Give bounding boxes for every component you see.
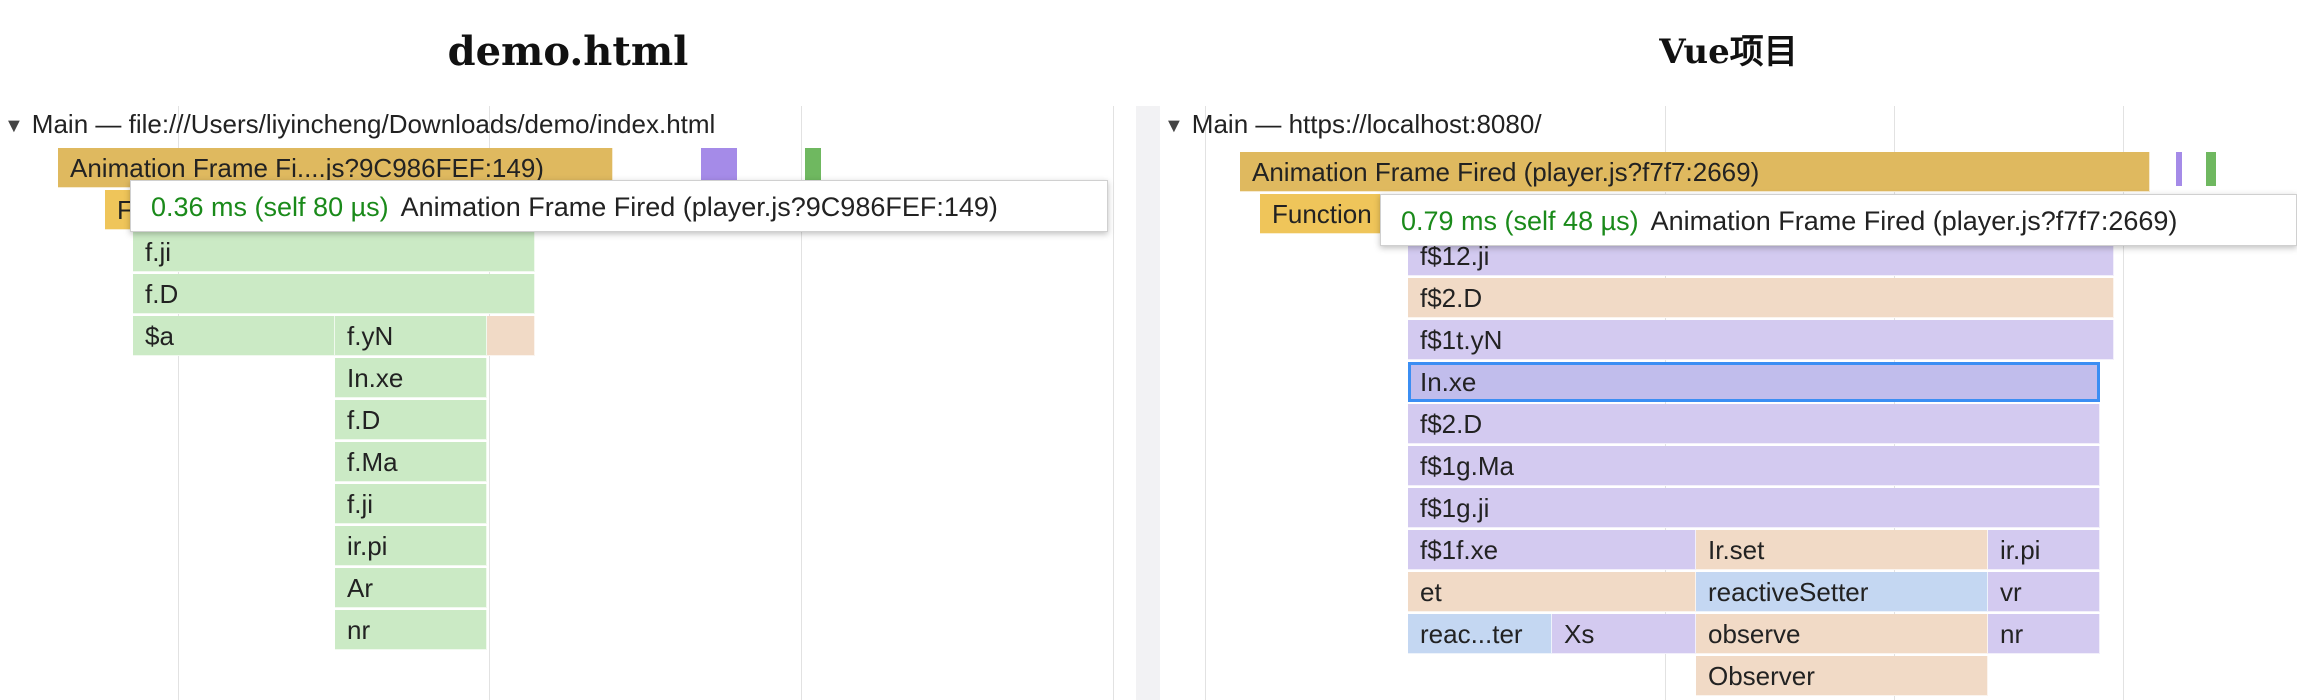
main-track-header[interactable]: ▼ Main — file:///Users/liyincheng/Downloa… [0,106,715,142]
frame-vr[interactable]: vr [1988,572,2100,612]
frame-f-ji[interactable]: f.ji [133,232,535,272]
frame-nr[interactable]: nr [335,610,487,650]
left-flame-chart-panel[interactable]: ▼ Main — file:///Users/liyincheng/Downloa… [0,106,1136,700]
frame-f-D-2[interactable]: f.D [335,400,487,440]
frame-nr[interactable]: nr [1988,614,2100,654]
frame-f2-D-2[interactable]: f$2.D [1408,404,2100,444]
frame-et[interactable]: et [1408,572,1696,612]
tooltip-time: 0.36 ms (self 80 µs) [151,192,389,222]
frame-f-yN[interactable]: f.yN [335,316,487,356]
left-caption: demo.html [447,28,689,75]
green-task-marker[interactable] [2206,152,2216,186]
grid-line [1113,106,1114,700]
frame-Observer[interactable]: Observer [1696,656,1988,696]
frame-reactiveGetter[interactable]: reac...ter [1408,614,1552,654]
frame-tooltip: 0.36 ms (self 80 µs) Animation Frame Fire… [130,180,1108,232]
frame-reactiveSetter[interactable]: reactiveSetter [1696,572,1988,612]
frame-In-xe-selected[interactable]: In.xe [1408,362,2100,402]
grid-line [1205,106,1206,700]
frame-In-xe[interactable]: In.xe [335,358,487,398]
frame-Xs[interactable]: Xs [1552,614,1696,654]
frame-f1g-Ma[interactable]: f$1g.Ma [1408,446,2100,486]
frame-animation-frame-fired[interactable]: Animation Frame Fired (player.js?f7f7:26… [1240,152,2150,192]
frame-observe[interactable]: observe [1696,614,1988,654]
frame-a[interactable]: $a [133,316,335,356]
right-flame-chart-panel[interactable]: ▼ Main — https://localhost:8080/ Animatio… [1160,106,2297,700]
main-track-header[interactable]: ▼ Main — https://localhost:8080/ [1160,106,1542,142]
purple-task-marker[interactable] [2176,152,2182,186]
frame-ir-pi[interactable]: ir.pi [335,526,487,566]
main-track-title: Main — file:///Users/liyincheng/Download… [31,109,716,139]
tooltip-label: Animation Frame Fired (player.js?f7f7:26… [1650,206,2178,236]
right-caption: Vue项目 [1659,32,1798,72]
frame-Ir-set[interactable]: Ir.set [1696,530,1988,570]
frame-Ar[interactable]: Ar [335,568,487,608]
frame-f-D[interactable]: f.D [133,274,535,314]
frame-f2-D[interactable]: f$2.D [1408,278,2114,318]
frame-f1t-yN[interactable]: f$1t.yN [1408,320,2114,360]
expand-triangle-icon[interactable]: ▼ [1164,108,1184,144]
tooltip-time: 0.79 ms (self 48 µs) [1401,206,1639,236]
green-task-marker[interactable] [805,148,821,182]
purple-task-marker[interactable] [701,148,737,182]
panel-divider [1136,106,1160,700]
frame-ir-pi[interactable]: ir.pi [1988,530,2100,570]
frame-f-Ma[interactable]: f.Ma [335,442,487,482]
frame-f1f-xe[interactable]: f$1f.xe [1408,530,1696,570]
expand-triangle-icon[interactable]: ▼ [4,108,24,144]
frame-f-ji-2[interactable]: f.ji [335,484,487,524]
frame-f1g-ji[interactable]: f$1g.ji [1408,488,2100,528]
main-track-title: Main — https://localhost:8080/ [1191,109,1542,139]
tooltip-label: Animation Frame Fired (player.js?9C986FE… [400,192,998,222]
frame-tooltip: 0.79 ms (self 48 µs) Animation Frame Fire… [1380,194,2297,246]
frame-peach-small[interactable] [487,316,535,356]
